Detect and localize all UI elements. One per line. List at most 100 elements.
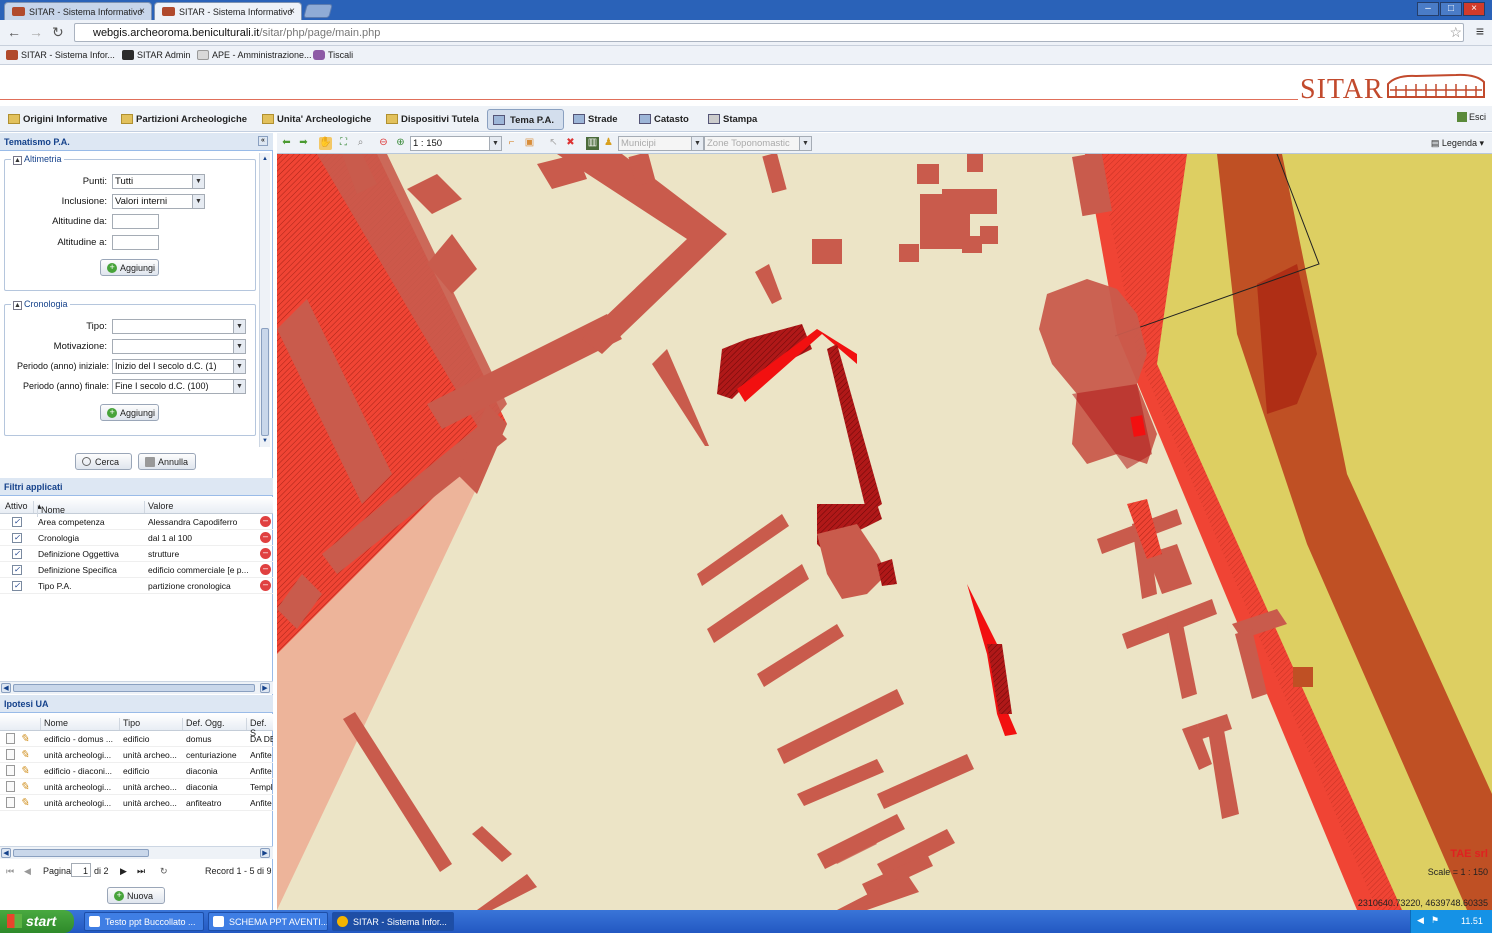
remove-icon[interactable]: – [260,532,271,543]
bookmark-star-icon[interactable]: ☆ [1449,24,1462,41]
menu-dispositivi-tutela[interactable]: Dispositivi Tutela [381,109,479,130]
menu-unita-archeologiche[interactable]: Unita' Archeologiche [257,109,371,130]
clock[interactable]: 11.51 [1461,916,1483,926]
bookmark-tiscali[interactable]: Tiscali [313,50,353,60]
menu-stampa[interactable]: Stampa [703,109,757,130]
security-icon[interactable]: ⚑ [1431,915,1439,926]
prev-page-icon[interactable]: ◀ [24,866,31,877]
checkbox[interactable]: ✓ [12,517,22,527]
motivazione-select[interactable]: ▼ [112,339,246,354]
building[interactable] [942,189,997,214]
scroll-right-icon[interactable]: ▶ [260,683,270,693]
forward-icon[interactable]: → [29,25,43,39]
document-icon[interactable] [6,749,15,760]
new-tab-button[interactable] [303,4,333,18]
task-chrome[interactable]: SITAR - Sistema Infor... [332,912,454,931]
col-valore[interactable]: Valore [144,501,254,513]
collapse-toggle-icon[interactable]: ▲ [13,156,22,165]
scroll-up-icon[interactable]: ▲ [261,155,269,163]
cronologia-legend[interactable]: ▲ Cronologia [11,299,70,310]
close-tab-icon[interactable]: × [289,6,295,17]
filters-hscrollbar[interactable]: ◀ ▶ [0,681,273,694]
document-icon[interactable] [6,765,15,776]
last-page-icon[interactable]: ⏭ [137,866,145,877]
checkbox[interactable]: ✓ [12,581,22,591]
building[interactable] [899,244,919,262]
remove-icon[interactable]: – [260,580,271,591]
building[interactable] [967,154,983,172]
browser-tab-2[interactable]: SITAR - Sistema Informativo × [154,2,302,20]
form-scrollbar[interactable]: ▲ ▼ [259,153,270,447]
checkbox[interactable]: ✓ [12,533,22,543]
punti-select[interactable]: Tutti ▼ [112,174,205,189]
menu-icon[interactable]: ≡ [1476,23,1484,39]
maximize-button[interactable]: □ [1440,2,1462,16]
menu-origini-informative[interactable]: Origini Informative [3,109,107,130]
cancel-button[interactable]: Annulla [138,453,196,470]
refresh-icon[interactable]: ↻ [160,866,168,877]
minimize-button[interactable]: – [1417,2,1439,16]
scroll-thumb[interactable] [13,849,149,857]
clear-icon[interactable]: ✖ [564,137,577,150]
document-icon[interactable] [6,733,15,744]
zoom-out-icon[interactable]: ⊖ [377,137,390,150]
municipi-select[interactable]: Municipi ▼ [618,136,704,151]
back-icon[interactable]: ← [7,25,21,39]
checkbox[interactable]: ✓ [12,549,22,559]
pan-right-icon[interactable]: ➡ [297,137,310,150]
menu-tema-pa[interactable]: Tema P.A. [487,109,564,130]
measure-icon[interactable]: ⌐ [505,137,518,150]
building[interactable] [812,239,842,264]
zone-select[interactable]: Zone Toponomastic ▼ [704,136,812,151]
document-icon[interactable] [6,781,15,792]
periodo-iniziale-select[interactable]: Inizio del I secolo d.C. (1) ▼ [112,359,246,374]
periodo-finale-select[interactable]: Fine I secolo d.C. (100) ▼ [112,379,246,394]
col-nome[interactable]: Nome ▴ [33,501,65,517]
pan-left-icon[interactable]: ⬅ [280,137,293,150]
select-icon[interactable]: ↖ [547,137,560,150]
browser-tab-1[interactable]: SITAR - Sistema Informativo × [4,2,152,20]
next-page-icon[interactable]: ▶ [120,866,127,877]
dropdown-arrow-icon[interactable]: ▼ [233,320,245,333]
add-cronologia-button[interactable]: + Aggiungi [100,404,159,421]
scroll-down-icon[interactable]: ▼ [261,437,269,445]
network-icon[interactable]: ◀ [1417,915,1424,926]
altitudine-da-input[interactable] [112,214,159,229]
menu-strade[interactable]: Strade [568,109,618,130]
collapse-icon[interactable]: « [258,136,268,146]
altimetria-legend[interactable]: ▲ Altimetria [11,154,64,165]
url-field[interactable]: webgis.archeoroma.beniculturali.it/sitar… [74,23,1464,42]
scale-select[interactable]: 1 : 150 ▼ [410,136,502,151]
edit-icon[interactable]: ✎ [20,796,29,809]
col-nome[interactable]: Nome [40,718,68,730]
ipotesi-row[interactable]: ✎ unità archeologi... unità archeo... anfit… [0,795,273,811]
scroll-left-icon[interactable]: ◀ [1,683,11,693]
new-button[interactable]: + Nuova [107,887,165,904]
add-altimetria-button[interactable]: + Aggiungi [100,259,159,276]
reload-icon[interactable]: ↻ [52,25,64,39]
bookmark-sitar-admin[interactable]: SITAR Admin [122,50,190,60]
dropdown-arrow-icon[interactable]: ▼ [192,175,204,188]
document-icon[interactable] [6,797,15,808]
bookmark-ape[interactable]: APE - Amministrazione... [197,50,312,60]
full-extent-icon[interactable]: ⛶ [337,137,350,150]
legend-button[interactable]: ▤ Legenda ▾ [1431,138,1484,149]
task-word[interactable]: Testo ppt Buccollato ... [84,912,204,931]
inclusione-select[interactable]: Valori interni ▼ [112,194,205,209]
edit-icon[interactable]: ✎ [20,780,29,793]
bookmark-sitar[interactable]: SITAR - Sistema Infor... [6,50,115,60]
ipotesi-row[interactable]: ✎ edificio - domus ... edificio domus DA DE [0,731,273,747]
edit-icon[interactable]: ✎ [20,764,29,777]
altitudine-a-input[interactable] [112,235,159,250]
start-button[interactable]: start [0,910,74,933]
ipotesi-row[interactable]: ✎ unità archeologi... unità archeo... diaco… [0,779,273,795]
ipotesi-hscrollbar[interactable]: ◀ ▶ [0,846,273,859]
col-def-ogg[interactable]: Def. Ogg. [182,718,225,730]
dropdown-arrow-icon[interactable]: ▼ [691,137,703,150]
collapse-toggle-icon[interactable]: ▲ [13,301,22,310]
remove-icon[interactable]: – [260,564,271,575]
menu-catasto[interactable]: Catasto [634,109,689,130]
building[interactable] [1293,667,1313,687]
edit-icon[interactable]: ✎ [20,732,29,745]
building[interactable] [962,236,982,253]
